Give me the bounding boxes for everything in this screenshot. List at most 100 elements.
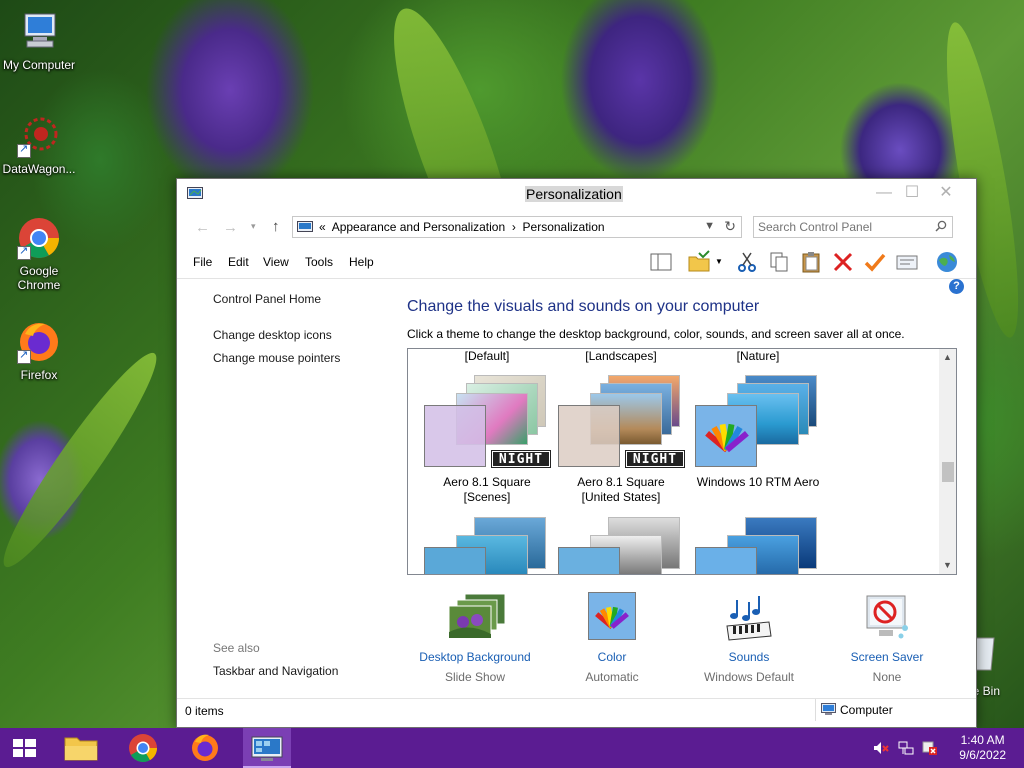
taskbar-firefox[interactable] [181,728,229,768]
desktop-background-value: Slide Show [444,670,506,684]
status-location: Computer [815,699,965,721]
link-change-desktop-icons[interactable]: Change desktop icons [213,328,332,342]
firefox-icon [17,320,61,364]
datawagon-icon [17,114,61,158]
checkmark-icon[interactable] [863,250,887,274]
night-badge: NIGHT [491,450,551,468]
color-label[interactable]: Color [542,650,682,664]
windows-logo-icon [13,739,36,757]
chevron-down-icon[interactable]: ▼ [704,220,715,232]
desktop-icon-google-chrome[interactable]: Google Chrome [0,216,78,292]
computer-icon [17,10,61,54]
color-swatch [695,547,757,574]
link-control-panel-home[interactable]: Control Panel Home [213,292,321,306]
theme-aero-scenes[interactable]: NIGHT Aero 8.1 Square [Scenes] [422,369,552,509]
status-item-count: 0 items [185,704,224,718]
theme-name: Aero 8.1 Square [Scenes] [443,475,531,504]
window-title: Personalization [525,186,623,202]
globe-icon[interactable] [935,250,959,274]
page-subtitle: Click a theme to change the desktop back… [407,327,905,341]
scroll-up-icon[interactable]: ▲ [939,349,956,366]
screen-saver-label[interactable]: Screen Saver [817,650,957,664]
menu-edit[interactable]: Edit [228,255,249,269]
color-swatch [424,405,486,467]
breadcrumb-prefix[interactable]: « [319,220,326,234]
folder-icon [64,737,98,761]
desktop-icon-my-computer[interactable]: My Computer [0,10,78,72]
properties-icon[interactable] [895,250,919,274]
taskbar-chrome[interactable] [119,728,167,768]
page-title: Change the visuals and sounds on your co… [407,298,760,315]
color-value: Automatic [585,670,639,684]
theme-list-scrollbar[interactable]: ▲ ▼ [939,349,956,574]
shortcut-arrow-icon [17,142,31,158]
theme-list[interactable]: [Default] [Landscapes] [Nature] NIGHT Ae… [407,348,957,575]
color-swatch [558,547,620,574]
theme-windows-10-rtm-aero[interactable]: Windows 10 RTM Aero [693,369,823,509]
menu-file[interactable]: File [193,255,212,269]
forward-arrow-icon[interactable]: → [223,219,238,236]
screen-saver-item[interactable]: Screen Saver None [817,592,957,684]
help-icon[interactable]: ? [949,279,964,294]
scroll-thumb[interactable] [942,462,954,482]
see-also-label: See also [213,641,260,655]
sounds-label[interactable]: Sounds [679,650,819,664]
start-button[interactable] [0,728,48,768]
theme-row2-item[interactable] [422,511,552,574]
close-button[interactable]: ✕ [931,183,961,203]
paste-icon[interactable] [799,250,823,274]
shortcut-arrow-icon [17,348,31,364]
menu-tools[interactable]: Tools [305,255,333,269]
menu-view[interactable]: View [263,255,289,269]
recycle-bin-label: le Bin [970,684,1001,698]
group-label-landscapes: [Landscapes] [585,349,657,363]
desktop-icon-datawagon[interactable]: DataWagon... [0,114,78,176]
firefox-icon [192,734,218,761]
taskbar-file-explorer[interactable] [57,728,105,768]
breadcrumb-personalization[interactable]: Personalization [523,220,605,234]
link-taskbar-and-navigation[interactable]: Taskbar and Navigation [213,664,338,678]
color-fan-icon [705,423,749,453]
up-arrow-icon[interactable]: ↑ [272,218,280,235]
link-change-mouse-pointers[interactable]: Change mouse pointers [213,351,340,365]
color-swatch [558,405,620,467]
delete-icon[interactable] [831,250,855,274]
color-item[interactable]: Color Automatic [542,592,682,684]
theme-row2-item[interactable] [693,511,823,574]
search-input[interactable] [758,219,928,235]
search-icon[interactable] [935,220,947,232]
taskbar-control-panel[interactable] [243,728,291,768]
control-panel-icon [251,736,283,761]
cut-icon[interactable] [735,250,759,274]
copy-icon[interactable] [767,250,791,274]
back-arrow-icon[interactable]: ← [195,219,210,236]
refresh-icon[interactable]: ↻ [724,218,736,235]
minimize-button[interactable]: — [869,183,899,203]
sounds-icon [723,592,775,644]
speaker-muted-icon[interactable] [873,740,889,756]
desktop-background-item[interactable]: Desktop Background Slide Show [405,592,545,684]
network-icon[interactable] [898,740,914,756]
maximize-button[interactable]: ☐ [897,183,927,203]
breadcrumb-separator[interactable]: › [512,220,516,234]
menu-help[interactable]: Help [349,255,374,269]
sounds-item[interactable]: Sounds Windows Default [679,592,819,684]
group-label-nature: [Nature] [736,349,780,363]
scroll-down-icon[interactable]: ▼ [939,557,956,574]
taskbar: 1:40 AM 9/6/2022 [0,728,1024,768]
title-bar[interactable]: Personalization — ☐ ✕ [177,179,976,209]
desktop-icon-firefox[interactable]: Firefox [0,320,78,382]
breadcrumb-appearance[interactable]: Appearance and Personalization [332,220,505,234]
search-box[interactable] [753,216,953,238]
address-bar[interactable]: « Appearance and Personalization › Perso… [292,216,742,238]
desktop-background-label[interactable]: Desktop Background [405,650,545,664]
theme-row2-item[interactable] [556,511,686,574]
folder-options-icon[interactable] [687,250,711,274]
recent-chevron-icon[interactable]: ▾ [251,221,256,232]
clock-date: 9/6/2022 [959,748,1006,762]
theme-aero-united-states[interactable]: NIGHT Aero 8.1 Square [United States] [556,369,686,509]
taskbar-clock[interactable]: 1:40 AM 9/6/2022 [959,733,1006,763]
desktop-icon-label: My Computer [2,58,76,72]
action-center-alert-icon[interactable] [922,740,938,756]
layout-pane-icon[interactable] [649,250,673,274]
